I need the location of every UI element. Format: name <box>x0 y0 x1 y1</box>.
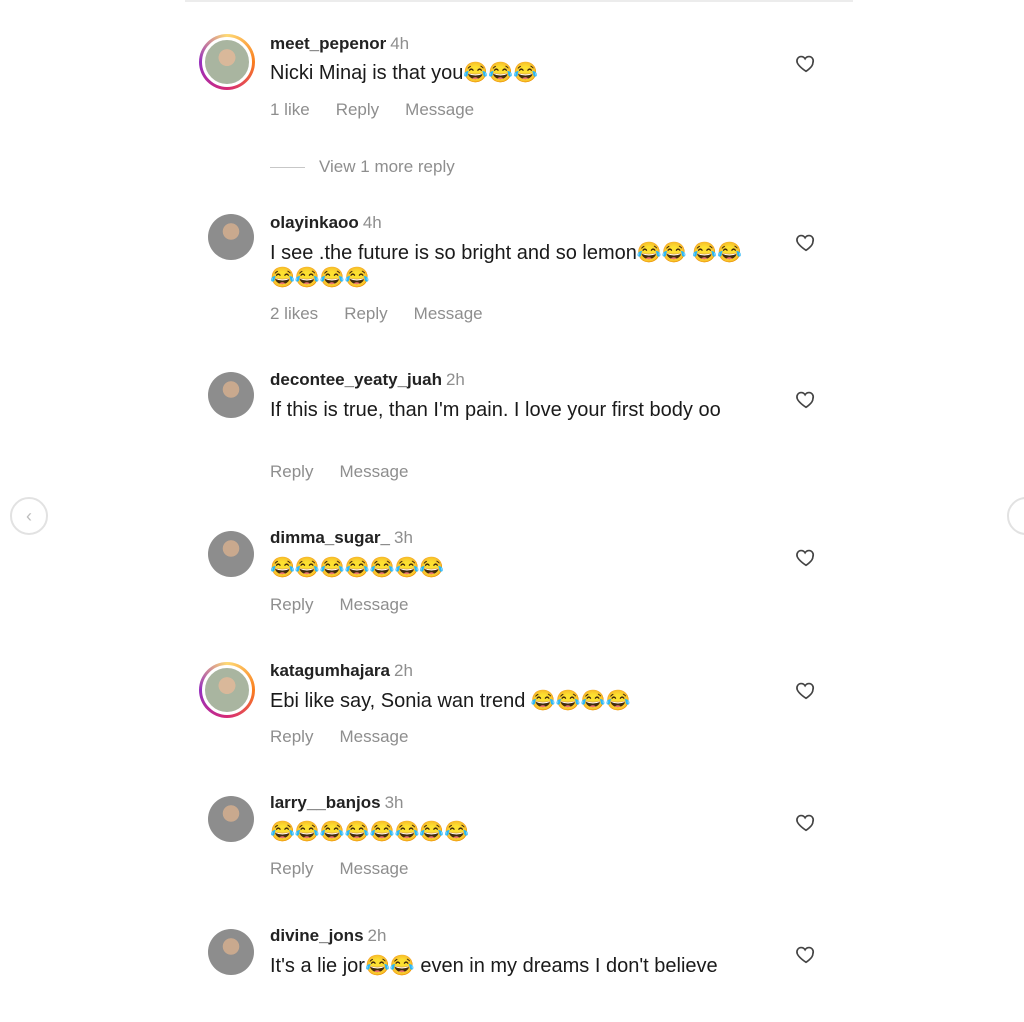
heart-icon[interactable] <box>795 679 817 701</box>
comment-time: 2h <box>367 926 387 945</box>
comment-text: If this is true, than I'm pain. I love y… <box>270 399 721 421</box>
reply-button[interactable]: Reply <box>270 462 313 481</box>
comment-time: 2h <box>394 661 413 680</box>
message-button[interactable]: Message <box>339 859 408 878</box>
chevron-left-icon: ‹ <box>26 505 32 526</box>
message-button[interactable]: Message <box>339 462 408 481</box>
comment-time: 3h <box>384 793 404 812</box>
message-button[interactable]: Message <box>414 304 483 323</box>
view-more-replies[interactable]: View 1 more reply <box>270 157 455 177</box>
message-button[interactable]: Message <box>405 100 474 119</box>
comment-username[interactable]: olayinkaoo <box>270 213 359 232</box>
comment-username[interactable]: dimma_sugar_ <box>270 528 390 547</box>
comment-text: It's a lie jor😂😂 even in my dreams I don… <box>270 955 718 977</box>
heart-icon[interactable] <box>795 52 817 74</box>
comment-text: 😂😂😂😂😂😂😂😂 <box>270 821 470 843</box>
comment-time: 2h <box>445 370 465 389</box>
heart-icon[interactable] <box>795 943 817 965</box>
avatar[interactable] <box>199 34 255 90</box>
avatar[interactable] <box>208 531 254 577</box>
comment-text: I see .the future is so bright and so le… <box>270 242 743 289</box>
comment-username[interactable]: divine_jons <box>270 926 364 945</box>
comment-text: Nicki Minaj is that you😂😂😂 <box>270 62 539 84</box>
comment-time: 4h <box>362 213 382 232</box>
comment-username[interactable]: katagumhajara <box>270 661 390 680</box>
avatar[interactable] <box>208 372 254 418</box>
reply-button[interactable]: Reply <box>270 727 313 746</box>
message-button[interactable]: Message <box>339 595 408 614</box>
likes-count[interactable]: 1 like <box>270 100 310 119</box>
comment-username[interactable]: larry__banjos <box>270 793 381 812</box>
reply-button[interactable]: Reply <box>270 595 313 614</box>
comment-time: 3h <box>394 528 413 547</box>
message-button[interactable]: Message <box>339 727 408 746</box>
comment-time: 4h <box>390 34 410 53</box>
next-button[interactable] <box>1007 497 1024 535</box>
heart-icon[interactable] <box>795 231 817 253</box>
avatar[interactable] <box>208 214 254 260</box>
avatar[interactable] <box>208 929 254 975</box>
reply-button[interactable]: Reply <box>344 304 387 323</box>
heart-icon[interactable] <box>795 546 817 568</box>
comment-username[interactable]: meet_pepenor <box>270 34 386 53</box>
heart-icon[interactable] <box>795 811 817 833</box>
top-divider <box>185 0 853 2</box>
avatar[interactable] <box>199 662 255 718</box>
comment-username[interactable]: decontee_yeaty_juah <box>270 370 442 389</box>
comment-text: 😂😂😂😂😂😂😂 <box>270 557 445 579</box>
comment-text: Ebi like say, Sonia wan trend 😂😂😂😂 <box>270 690 631 712</box>
previous-button[interactable]: ‹ <box>10 497 48 535</box>
likes-count[interactable]: 2 likes <box>270 304 318 323</box>
avatar[interactable] <box>208 796 254 842</box>
reply-button[interactable]: Reply <box>270 859 313 878</box>
reply-button[interactable]: Reply <box>336 100 379 119</box>
heart-icon[interactable] <box>795 388 817 410</box>
